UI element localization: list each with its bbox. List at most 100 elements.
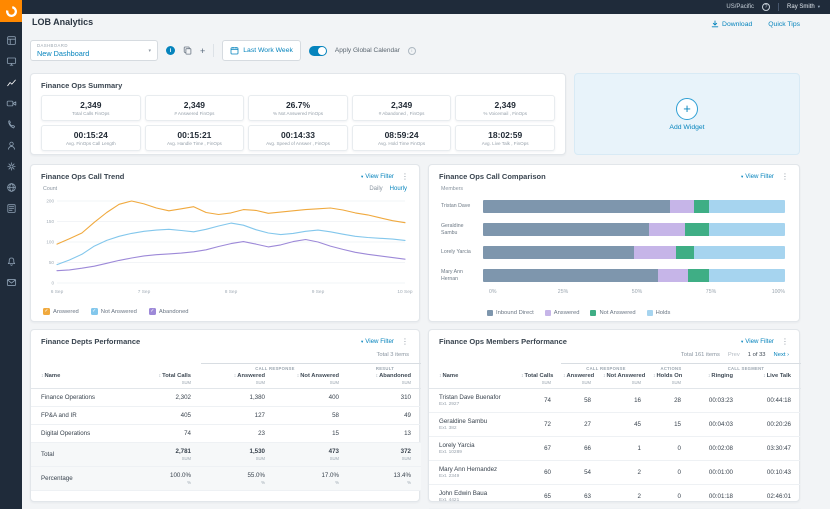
- column-header-name[interactable]: ↕Name: [429, 371, 519, 389]
- pager-page-indicator[interactable]: 1 of 33: [748, 352, 766, 358]
- chevron-down-icon: ▾: [360, 338, 364, 344]
- kpi-label: Avg. Handle Time , FinOps: [166, 141, 222, 146]
- column-header-total-calls[interactable]: ↕Total Calls SUM: [519, 371, 561, 389]
- column-header-total-calls[interactable]: ↕Total Calls SUM: [127, 371, 201, 389]
- legend-checkbox-icon: ✓: [90, 308, 98, 315]
- kpi-label: # Answered FinOps: [174, 111, 215, 116]
- sidebar-item-phone[interactable]: [0, 114, 22, 135]
- alerts-icon: [7, 257, 15, 266]
- sidebar-item-analytics[interactable]: [0, 72, 22, 93]
- column-group-label: CALL RESPONSE: [201, 363, 349, 371]
- date-range-picker[interactable]: Last Work Week: [222, 40, 301, 61]
- legend-item-answered[interactable]: ✓ Answered: [43, 308, 79, 315]
- legend-item-holds[interactable]: Holds: [646, 310, 670, 316]
- global-calendar-label: Apply Global Calendar: [334, 47, 400, 54]
- info-icon[interactable]: i: [166, 46, 175, 55]
- messages-icon: [6, 279, 16, 286]
- hourly-toggle[interactable]: Hourly: [390, 186, 407, 192]
- comparison-bar-chart: Tristan Dave Geraldine Sambu Lorely Yarcia…: [441, 195, 785, 298]
- sidebar-item-reports[interactable]: [0, 198, 22, 219]
- legend-item-not-answered[interactable]: ✓ Not Answered: [90, 308, 137, 315]
- sidebar-item-contacts[interactable]: [0, 135, 22, 156]
- add-widget-button[interactable]: +: [676, 97, 698, 120]
- pager-prev-button[interactable]: Prev: [728, 352, 740, 358]
- axis-tick-label: 100%: [771, 289, 785, 295]
- column-header-name[interactable]: ↕Name: [31, 371, 127, 389]
- legend-checkbox-icon: ✓: [43, 308, 50, 315]
- sidebar-item-settings[interactable]: [0, 156, 22, 177]
- column-header-not-answered[interactable]: ↕Not Answered SUM: [601, 371, 651, 389]
- kpi-label: Total Calls FinOps: [72, 111, 110, 116]
- column-header-holds-on[interactable]: ↕Holds On SUM: [651, 371, 691, 389]
- sidebar-item-globe[interactable]: [0, 177, 22, 198]
- brand-swirl-icon: [5, 5, 17, 17]
- dashboard-selector[interactable]: DASHBOARD New Dashboard ▾: [30, 40, 158, 61]
- brand-logo[interactable]: [0, 0, 22, 22]
- add-widget-panel[interactable]: + Add Widget: [574, 73, 800, 155]
- user-menu[interactable]: Ray Smith ▾: [787, 4, 820, 10]
- members-table: CALL RESPONSE ACTIONS CALL SEGMENT ↕Name ↕To…: [429, 363, 801, 509]
- legend-item-not-answered[interactable]: Not Answered: [590, 310, 636, 316]
- chevron-down-icon: ▾: [817, 4, 820, 9]
- bar-segment-holds: [709, 269, 785, 282]
- daily-toggle[interactable]: Daily: [369, 186, 382, 192]
- legend-item-abandoned[interactable]: ✓ Abandoned: [148, 308, 189, 315]
- comparison-kebab-menu-icon[interactable]: ⋮: [781, 172, 789, 181]
- sort-icon: ↕: [41, 373, 44, 379]
- comparison-bar[interactable]: [483, 223, 785, 236]
- sidebar-item-messages[interactable]: [0, 272, 22, 293]
- legend-item-inbound-direct[interactable]: Inbound Direct: [487, 310, 534, 316]
- sort-icon: ↕: [563, 373, 566, 379]
- sort-icon: ↕: [375, 373, 379, 379]
- trend-view-filter-link[interactable]: ▾ View Filter: [361, 173, 394, 180]
- sidebar-item-dashboard[interactable]: [0, 30, 22, 51]
- calendar-info-icon[interactable]: i: [407, 46, 416, 55]
- bar-segment-holds: [709, 223, 785, 236]
- toggle-knob: [317, 46, 326, 55]
- add-dashboard-icon[interactable]: +: [200, 46, 205, 56]
- kpi-value: 18:02:59: [488, 130, 523, 140]
- quick-tips-link[interactable]: Quick Tips: [768, 21, 800, 28]
- global-calendar-toggle[interactable]: [308, 45, 327, 56]
- column-group-label: CALL SEGMENT: [691, 363, 801, 371]
- comparison-member-name: Mary Ann Hernan: [441, 269, 463, 282]
- sidebar-item-video[interactable]: [0, 93, 22, 114]
- comparison-bar[interactable]: [483, 246, 785, 259]
- comparison-view-filter-link[interactable]: ▾ View Filter: [741, 173, 774, 180]
- sort-icon: ↕: [296, 373, 300, 379]
- analytics-icon: [6, 79, 16, 87]
- members-kebab-menu-icon[interactable]: ⋮: [781, 337, 789, 346]
- trend-legend: ✓ Answered ✓ Not Answered ✓ Abandoned: [43, 308, 189, 315]
- help-icon[interactable]: ?: [762, 3, 771, 11]
- copy-icon[interactable]: [183, 46, 192, 55]
- depts-kebab-menu-icon[interactable]: ⋮: [401, 337, 409, 346]
- sidebar-item-alerts[interactable]: [0, 251, 22, 272]
- comparison-bar[interactable]: [483, 269, 785, 282]
- legend-label: Answered: [553, 310, 580, 316]
- comparison-bar[interactable]: [483, 200, 785, 213]
- trend-kebab-menu-icon[interactable]: ⋮: [401, 172, 409, 181]
- kpi-label: Avg. Live Talk , FinOps: [481, 141, 529, 146]
- bar-segment-holds: [709, 200, 785, 213]
- kpi-value: 2,349: [494, 100, 516, 110]
- kpi-value: 00:14:33: [280, 130, 315, 140]
- pager-next-button[interactable]: Next ›: [774, 352, 789, 358]
- column-header-answered[interactable]: ↕Answered SUM: [561, 371, 601, 389]
- depts-view-filter-link[interactable]: ▾ View Filter: [361, 338, 394, 345]
- column-header-not-answered[interactable]: ↕Not Answered SUM: [275, 371, 349, 389]
- sidebar-item-desktop[interactable]: [0, 51, 22, 72]
- bar-segment-inbound-direct: [483, 246, 634, 259]
- members-view-filter-link[interactable]: ▾ View Filter: [741, 338, 774, 345]
- column-header-answered[interactable]: ↕Answered SUM: [201, 371, 275, 389]
- bar-segment-answered: [658, 269, 689, 282]
- column-header-abandoned[interactable]: ↕Abandoned SUM: [349, 371, 421, 389]
- summary-panel-title: Finance Ops Summary: [41, 81, 123, 90]
- axis-tick-label: 50%: [631, 289, 643, 295]
- bar-segment-not-answered: [688, 269, 710, 282]
- column-header-live-talk[interactable]: ↕Live Talk: [743, 371, 801, 389]
- legend-item-answered[interactable]: Answered: [544, 310, 580, 316]
- dashboard-icon: [6, 36, 16, 45]
- table-row: Finance Operations 2,302 1,380 400 310: [31, 388, 421, 407]
- column-header-ringing[interactable]: ↕Ringing: [691, 371, 743, 389]
- download-link[interactable]: Download: [711, 20, 752, 28]
